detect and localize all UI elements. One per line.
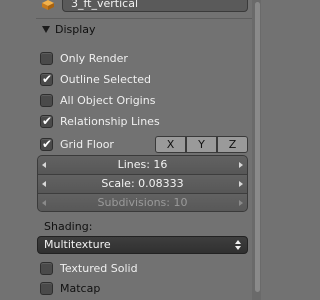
relationship-lines-checkbox[interactable]: ✔ [40, 114, 53, 128]
object-cube-icon [42, 0, 54, 10]
collapse-triangle-icon [42, 26, 50, 33]
grid-scale-field[interactable]: Scale: 0.08333 [38, 175, 247, 194]
all-object-origins-toggle[interactable]: All Object Origins [40, 93, 240, 109]
axis-z-button[interactable]: Z [217, 136, 248, 153]
matcap-checkbox[interactable] [40, 282, 53, 295]
only-render-label: Only Render [60, 52, 128, 65]
matcap-toggle[interactable]: Matcap [40, 281, 240, 297]
only-render-toggle[interactable]: Only Render [40, 51, 240, 67]
textured-solid-checkbox[interactable] [40, 262, 53, 275]
shading-select[interactable]: Multitexture [37, 236, 248, 254]
section-divider [36, 18, 252, 19]
shading-label: Shading: [44, 220, 93, 233]
scrollbar[interactable] [252, 0, 261, 300]
outline-selected-toggle[interactable]: ✔ Outline Selected [40, 72, 240, 88]
axis-x-button[interactable]: X [155, 136, 186, 153]
all-object-origins-checkbox[interactable] [40, 94, 53, 107]
outline-selected-label: Outline Selected [60, 73, 151, 86]
axis-toggle-group: X Y Z [155, 136, 248, 153]
only-render-checkbox[interactable] [40, 52, 53, 65]
grid-subdivisions-field: Subdivisions: 10 [38, 194, 247, 211]
check-icon: ✔ [42, 137, 53, 151]
decrement-arrow-icon[interactable] [42, 181, 46, 187]
matcap-label: Matcap [60, 282, 101, 295]
properties-panel: 3_ft_vertical Display Only Render ✔ Outl… [0, 0, 252, 300]
axis-y-button[interactable]: Y [186, 136, 217, 153]
shading-selected-value: Multitexture [44, 238, 111, 251]
grid-floor-toggle[interactable]: ✔ Grid Floor [40, 137, 150, 153]
relationship-lines-toggle[interactable]: ✔ Relationship Lines [40, 114, 240, 130]
grid-floor-label: Grid Floor [60, 138, 114, 151]
relationship-lines-label: Relationship Lines [60, 115, 160, 128]
grid-scale-value: Scale: 0.08333 [101, 177, 184, 190]
grid-floor-checkbox[interactable]: ✔ [40, 137, 53, 151]
increment-arrow-icon[interactable] [239, 162, 243, 168]
increment-arrow-icon [239, 200, 243, 206]
scrollbar-thumb[interactable] [255, 2, 260, 292]
grid-lines-value: Lines: 16 [117, 158, 168, 171]
display-section-title: Display [55, 23, 96, 36]
textured-solid-label: Textured Solid [60, 262, 138, 275]
grid-subdivisions-value: Subdivisions: 10 [97, 196, 188, 209]
grid-lines-field[interactable]: Lines: 16 [38, 156, 247, 175]
all-object-origins-label: All Object Origins [60, 94, 156, 107]
object-name-row: 3_ft_vertical [0, 0, 252, 13]
check-icon: ✔ [42, 114, 53, 128]
updown-arrow-icon [235, 240, 241, 250]
increment-arrow-icon[interactable] [239, 181, 243, 187]
textured-solid-toggle[interactable]: Textured Solid [40, 261, 240, 277]
outline-selected-checkbox[interactable]: ✔ [40, 72, 53, 86]
display-section-header[interactable]: Display [36, 22, 252, 40]
decrement-arrow-icon [42, 200, 46, 206]
object-name-field[interactable]: 3_ft_vertical [62, 0, 248, 12]
check-icon: ✔ [42, 72, 53, 86]
grid-number-fields: Lines: 16 Scale: 0.08333 Subdivisions: 1… [37, 155, 248, 212]
decrement-arrow-icon[interactable] [42, 162, 46, 168]
